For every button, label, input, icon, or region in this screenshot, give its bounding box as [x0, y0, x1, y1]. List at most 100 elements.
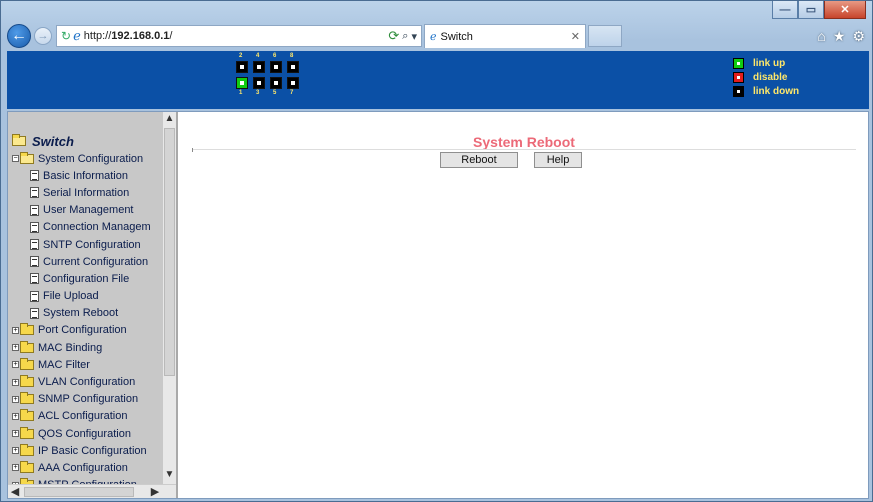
- scroll-up-icon[interactable]: ▲: [163, 112, 176, 126]
- tree-item-label: SNTP Configuration: [43, 238, 141, 251]
- tree-node-qos-configuration[interactable]: + QOS Configuration: [12, 425, 162, 442]
- tree-node-label: QOS Configuration: [38, 427, 131, 440]
- expand-icon[interactable]: +: [12, 464, 19, 472]
- close-tab-icon[interactable]: ✕: [571, 30, 580, 43]
- page-content: Switch − System Configuration Basic Info…: [7, 111, 869, 499]
- tree-item-sntp-configuration[interactable]: SNTP Configuration: [12, 236, 162, 253]
- port-number: 4: [256, 53, 260, 59]
- port-7-icon[interactable]: [287, 77, 299, 89]
- ie-tab-icon: ℯ: [430, 31, 437, 43]
- scrollbar-thumb[interactable]: [24, 487, 134, 497]
- tree-node-snmp-configuration[interactable]: + SNMP Configuration: [12, 391, 162, 408]
- dropdown-icon[interactable]: ▾: [411, 30, 417, 43]
- tree-root[interactable]: Switch: [12, 132, 162, 150]
- refresh-icon[interactable]: ↻: [61, 29, 71, 43]
- reboot-button[interactable]: Reboot: [440, 152, 518, 168]
- tree-item-file-upload[interactable]: File Upload: [12, 288, 162, 305]
- tree-node-label: MAC Filter: [38, 358, 90, 371]
- expand-icon[interactable]: +: [12, 395, 19, 403]
- tree-item-serial-information[interactable]: Serial Information: [12, 184, 162, 201]
- port-number: 8: [290, 53, 294, 59]
- port-5-icon[interactable]: [270, 77, 282, 89]
- main-panel: System Reboot Reboot Help: [180, 112, 868, 498]
- sidebar-horizontal-scrollbar[interactable]: ◀ ▶: [8, 484, 176, 498]
- tree-node-mac-binding[interactable]: + MAC Binding: [12, 339, 162, 356]
- window-controls: — ▭ ✕: [772, 1, 866, 19]
- tree-node-aaa-configuration[interactable]: + AAA Configuration: [12, 459, 162, 476]
- legend-item: link down: [733, 84, 799, 98]
- tree-item-connection-management[interactable]: Connection Managem: [12, 219, 162, 236]
- forward-button[interactable]: →: [34, 27, 52, 45]
- help-button[interactable]: Help: [534, 152, 582, 168]
- tree-item-current-configuration[interactable]: Current Configuration: [12, 253, 162, 270]
- sidebar-vertical-scrollbar[interactable]: ▲ ▼: [163, 112, 176, 484]
- tree-item-label: System Reboot: [43, 307, 119, 320]
- favorites-star-icon[interactable]: ★: [833, 28, 846, 45]
- tree-item-label: Connection Managem: [43, 221, 151, 234]
- port-number: 2: [239, 53, 243, 59]
- tree-item-label: File Upload: [43, 290, 99, 303]
- action-buttons: Reboot Help: [180, 152, 868, 168]
- tree-node-mac-filter[interactable]: + MAC Filter: [12, 356, 162, 373]
- close-window-button[interactable]: ✕: [824, 1, 866, 19]
- maximize-button[interactable]: ▭: [798, 1, 824, 19]
- tree-node-label: ACL Configuration: [38, 410, 128, 423]
- scrollbar-thumb[interactable]: [164, 128, 175, 376]
- tree-item-user-management[interactable]: User Management: [12, 202, 162, 219]
- back-button[interactable]: ←: [7, 24, 31, 48]
- port-4-icon[interactable]: [253, 61, 265, 73]
- legend-label: link down: [753, 85, 800, 97]
- gear-icon[interactable]: ⚙: [852, 28, 865, 45]
- port-legend: link up disable link down: [733, 56, 799, 98]
- expand-icon[interactable]: +: [12, 344, 19, 352]
- scroll-down-icon[interactable]: ▼: [163, 468, 176, 482]
- port-2-icon[interactable]: [236, 61, 248, 73]
- switch-banner: 2 4 6 8 1 3 5 7 link up disable link dow…: [7, 51, 869, 109]
- address-bar[interactable]: ↻ ℯ http://192.168.0.1/ ⟳ ⌕ ▾: [56, 25, 422, 47]
- search-icon[interactable]: ⌕: [402, 30, 408, 43]
- collapse-icon[interactable]: −: [12, 155, 19, 163]
- minimize-button[interactable]: —: [772, 1, 798, 19]
- page-title: System Reboot: [473, 134, 575, 150]
- nav-tree: Switch − System Configuration Basic Info…: [12, 132, 162, 494]
- open-folder-icon: [20, 151, 34, 164]
- tab-switch[interactable]: ℯ Switch ✕: [424, 24, 586, 48]
- address-tools: ⟳ ⌕ ▾: [388, 28, 417, 44]
- port-3-icon[interactable]: [253, 77, 265, 89]
- expand-icon[interactable]: +: [12, 378, 19, 386]
- ie-page-icon: ℯ: [73, 28, 81, 43]
- compatibility-view-icon[interactable]: ⟳: [388, 28, 399, 44]
- tree-node-ip-basic-configuration[interactable]: + IP Basic Configuration: [12, 442, 162, 459]
- scroll-left-icon[interactable]: ◀: [8, 485, 22, 498]
- port-number: 5: [273, 90, 277, 96]
- port-8-icon[interactable]: [287, 61, 299, 73]
- tree-node-port-configuration[interactable]: + Port Configuration: [12, 322, 162, 339]
- port-1-icon[interactable]: [236, 77, 248, 89]
- expand-icon[interactable]: +: [12, 326, 19, 334]
- port-6-icon[interactable]: [270, 61, 282, 73]
- new-tab-button[interactable]: [588, 25, 622, 47]
- scroll-right-icon[interactable]: ▶: [148, 485, 162, 498]
- tree-node-acl-configuration[interactable]: + ACL Configuration: [12, 408, 162, 425]
- expand-icon[interactable]: +: [12, 447, 19, 455]
- expand-icon[interactable]: +: [12, 430, 19, 438]
- expand-icon[interactable]: +: [12, 412, 19, 420]
- browser-toolbar-icons: ⌂ ★ ⚙: [817, 28, 865, 45]
- folder-icon: [20, 426, 34, 439]
- tree-node-label: SNMP Configuration: [38, 393, 139, 406]
- tree-node-vlan-configuration[interactable]: + VLAN Configuration: [12, 373, 162, 390]
- browser-window: — ▭ ✕ ← → ↻ ℯ http://192.168.0.1/ ⟳ ⌕ ▾ …: [0, 0, 873, 502]
- expand-icon[interactable]: +: [12, 361, 19, 369]
- port-panel: 2 4 6 8 1 3 5 7: [235, 51, 305, 109]
- folder-icon: [20, 460, 34, 473]
- tree-item-configuration-file[interactable]: Configuration File: [12, 270, 162, 287]
- folder-icon: [20, 392, 34, 405]
- open-folder-icon: [12, 134, 26, 146]
- document-icon: [30, 290, 39, 302]
- address-url-host: 192.168.0.1: [111, 30, 170, 42]
- home-icon[interactable]: ⌂: [817, 28, 825, 45]
- tree-item-system-reboot[interactable]: System Reboot: [12, 305, 162, 322]
- sidebar: Switch − System Configuration Basic Info…: [8, 112, 178, 498]
- tree-item-basic-information[interactable]: Basic Information: [12, 167, 162, 184]
- tree-node-system-configuration[interactable]: − System Configuration: [12, 150, 162, 167]
